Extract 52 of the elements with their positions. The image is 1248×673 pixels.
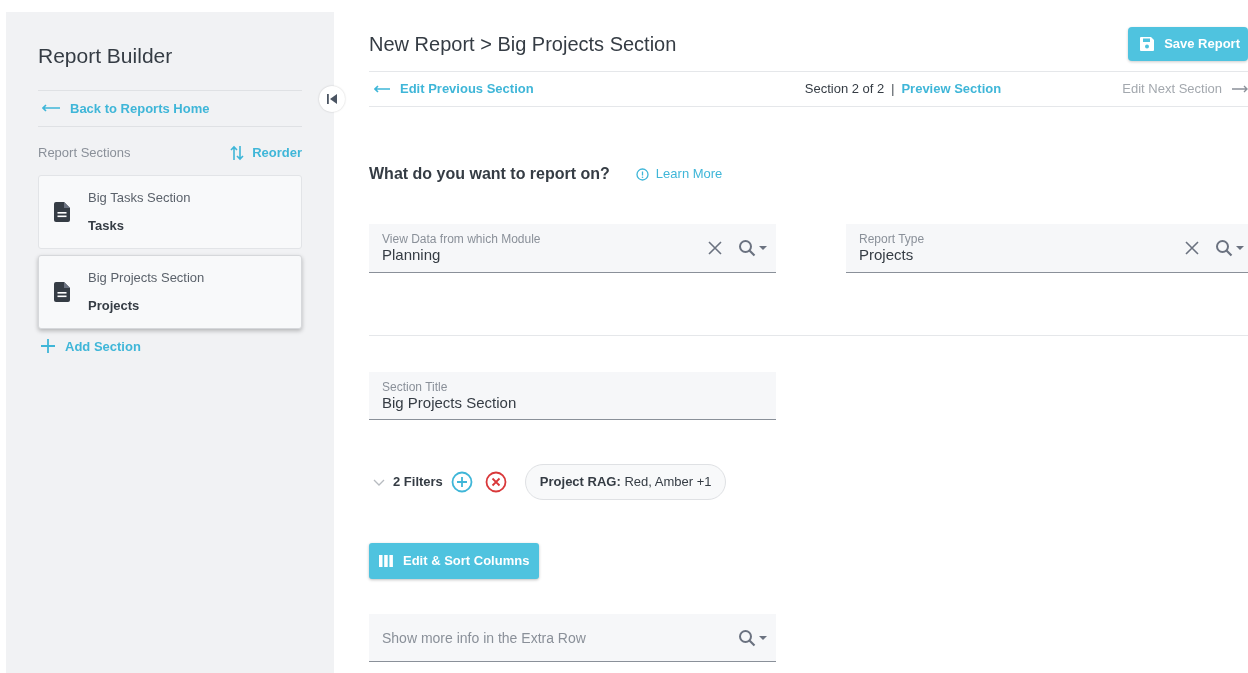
- info-icon: [635, 167, 649, 181]
- reorder-icon: [230, 144, 245, 161]
- clear-icon[interactable]: [1185, 241, 1199, 255]
- filter-chip[interactable]: Project RAG: Red, Amber +1: [524, 464, 727, 500]
- field-value: Planning: [382, 246, 442, 264]
- collapse-button[interactable]: [319, 86, 345, 112]
- reorder-button[interactable]: Reorder: [230, 143, 302, 163]
- field-label: View Data from which Module: [382, 232, 542, 246]
- section-card[interactable]: Big Tasks Section Tasks: [38, 174, 302, 249]
- document-icon: [54, 201, 70, 222]
- extra-row-field[interactable]: Show more info in the Extra Row: [369, 614, 776, 662]
- section-title-field[interactable]: Section Title Big Projects Section: [369, 372, 776, 420]
- collapse-icon: [327, 94, 337, 104]
- section-card[interactable]: Big Projects Section Projects: [38, 254, 302, 329]
- add-section-link[interactable]: Add Section: [65, 336, 141, 356]
- save-icon: [1140, 37, 1155, 51]
- search-icon[interactable]: [738, 629, 768, 647]
- filter-count: 2 Filters: [393, 473, 443, 492]
- plus-icon: [41, 339, 55, 354]
- question-text: What do you want to report on?: [369, 164, 610, 184]
- document-icon: [54, 281, 70, 302]
- arrow-left-icon: [42, 104, 60, 113]
- save-report-button[interactable]: Save Report: [1128, 27, 1248, 61]
- search-icon[interactable]: [738, 239, 768, 257]
- search-icon[interactable]: [1215, 239, 1245, 257]
- section-type: Projects: [88, 297, 141, 315]
- learn-more-link[interactable]: Learn More: [655, 164, 723, 184]
- select-field[interactable]: View Data from which Module Planning: [369, 224, 776, 273]
- edit-sort-columns-button[interactable]: Edit & Sort Columns: [369, 543, 540, 579]
- preview-section-link[interactable]: Preview Section: [901, 79, 1002, 99]
- section-name: Big Projects Section: [88, 268, 205, 287]
- section-name: Big Tasks Section: [88, 188, 191, 207]
- field-value: Projects: [859, 246, 915, 264]
- arrow-right-icon: [1232, 85, 1248, 93]
- clear-icon[interactable]: [708, 241, 722, 255]
- field-label: Report Type: [859, 232, 926, 246]
- field-label: Section Title: [382, 379, 449, 394]
- sections-label: Report Sections: [38, 144, 131, 162]
- add-filter-icon[interactable]: [450, 471, 473, 493]
- chevron-down-icon: [373, 478, 385, 486]
- previous-section-link[interactable]: Edit Previous Section: [400, 79, 534, 99]
- sidebar-title: Report Builder: [38, 40, 302, 91]
- clear-filters-icon[interactable]: [484, 471, 507, 493]
- section-type: Tasks: [88, 217, 125, 235]
- arrow-left-icon: [374, 85, 390, 93]
- field-value: Big Projects Section: [382, 393, 518, 412]
- section-position: Section 2 of 2: [804, 80, 885, 99]
- page-title: New Report > Big Projects Section: [369, 32, 677, 57]
- columns-icon: [379, 555, 393, 567]
- separator: |: [891, 81, 895, 98]
- select-field[interactable]: Report Type Projects: [846, 224, 1248, 273]
- back-link[interactable]: Back to Reports Home: [70, 98, 210, 118]
